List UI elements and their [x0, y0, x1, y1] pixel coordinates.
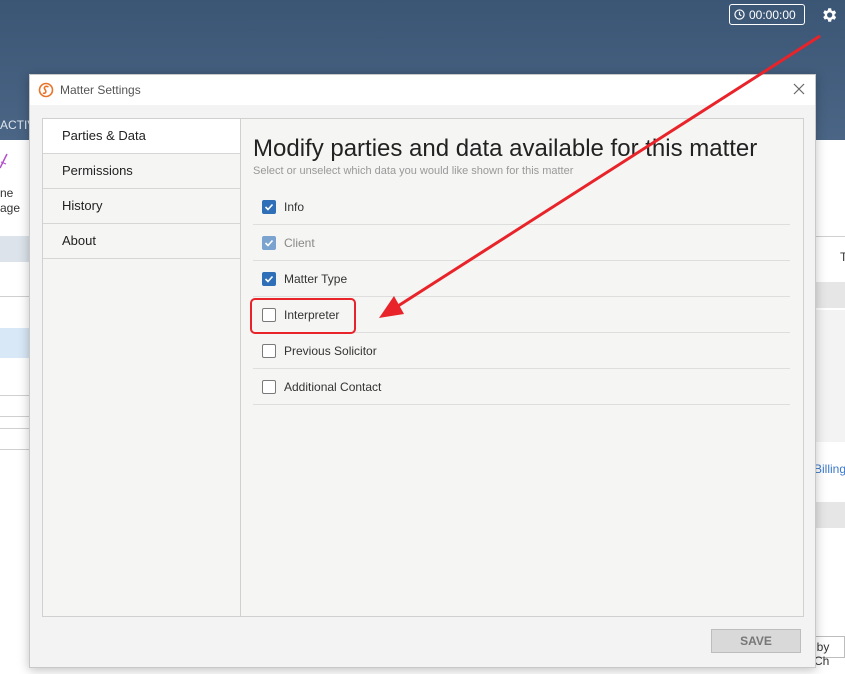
save-button[interactable]: SAVE — [711, 629, 801, 653]
background-right-band — [814, 282, 845, 308]
background-row — [0, 428, 30, 450]
background-label: age — [0, 201, 21, 215]
background-row — [0, 296, 30, 297]
timer-value: 00:00:00 — [749, 7, 796, 22]
close-icon[interactable] — [792, 82, 806, 96]
background-row — [0, 236, 30, 262]
option-row-previous-solicitor[interactable]: Previous Solicitor — [253, 333, 790, 369]
matter-settings-dialog: Matter Settings Parties & Data Permissio… — [29, 74, 816, 668]
gear-icon[interactable] — [820, 6, 838, 24]
tab-history[interactable]: History — [43, 189, 240, 224]
matter-type-checkbox[interactable] — [262, 271, 276, 286]
app-logo-icon — [38, 82, 54, 98]
tab-about[interactable]: About — [43, 224, 240, 259]
page-title: Modify parties and data available for th… — [253, 135, 758, 162]
dialog-title: Matter Settings — [60, 83, 141, 97]
previous-solicitor-checkbox[interactable] — [262, 343, 276, 358]
settings-main-panel: Modify parties and data available for th… — [241, 119, 803, 616]
option-row-additional-contact[interactable]: Additional Contact — [253, 369, 790, 405]
background-row — [0, 395, 30, 417]
timer-display[interactable]: 00:00:00 — [729, 4, 805, 25]
background-left-labels: ne age — [0, 186, 20, 216]
option-label: Info — [284, 199, 305, 214]
background-bottom-text: lby Ch — [814, 640, 830, 668]
client-checkbox — [262, 235, 276, 250]
option-label: Additional Contact — [284, 379, 382, 394]
option-row-matter-type[interactable]: Matter Type — [253, 261, 790, 297]
background-right-band — [814, 502, 845, 528]
settings-sidebar: Parties & Data Permissions History About — [43, 119, 241, 616]
tab-parties-data[interactable]: Parties & Data — [43, 119, 240, 154]
background-right-band — [814, 310, 845, 442]
background-tool-icon — [0, 153, 8, 169]
option-row-client: Client — [253, 225, 790, 261]
background-label: ne — [0, 186, 14, 200]
clock-icon — [734, 9, 745, 20]
data-options-list: Info Client Matter Type Interpreter Prev… — [253, 189, 790, 405]
dialog-content: Parties & Data Permissions History About… — [42, 118, 804, 617]
tab-permissions[interactable]: Permissions — [43, 154, 240, 189]
option-row-info[interactable]: Info — [253, 189, 790, 225]
info-checkbox[interactable] — [262, 199, 276, 214]
background-row-selected — [0, 328, 30, 358]
dialog-titlebar: Matter Settings — [30, 75, 815, 105]
page-subtitle: Select or unselect which data you would … — [253, 165, 574, 177]
option-label: Previous Solicitor — [284, 343, 377, 358]
background-column-letter: T — [840, 250, 845, 264]
background-billing-link[interactable]: Billing — [814, 462, 845, 476]
check-icon — [264, 275, 274, 283]
additional-contact-checkbox[interactable] — [262, 379, 276, 394]
option-label: Matter Type — [284, 271, 348, 286]
check-icon — [264, 203, 274, 211]
option-label: Client — [284, 235, 315, 250]
annotation-highlight-box — [250, 298, 356, 334]
check-icon — [264, 239, 274, 247]
